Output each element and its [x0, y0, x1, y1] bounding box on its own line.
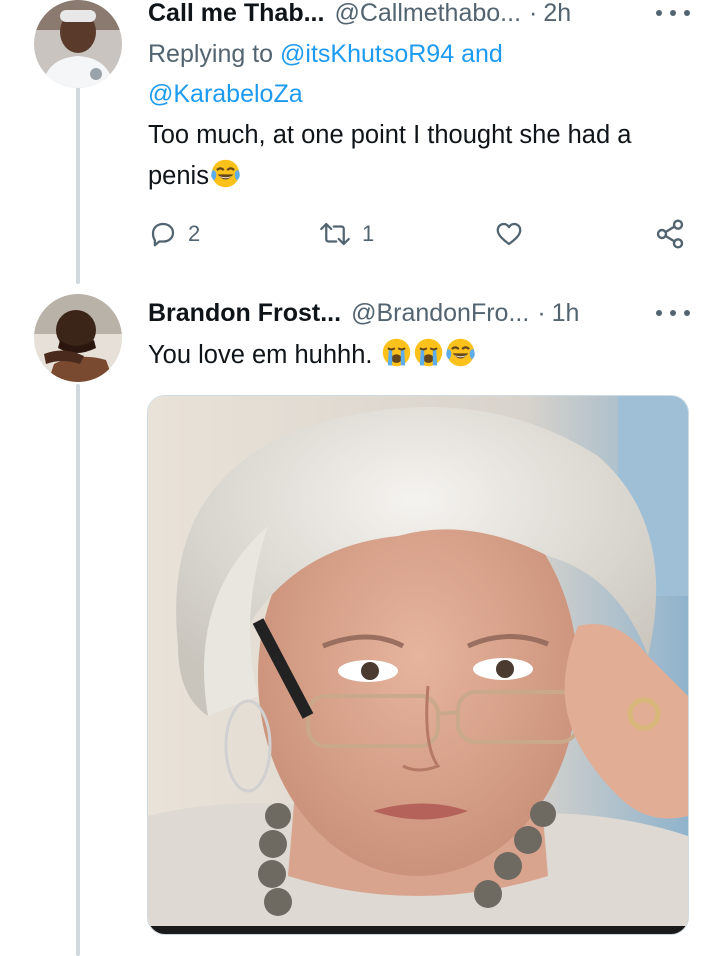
heart-icon: [496, 222, 522, 246]
share-icon: [656, 219, 684, 249]
tweet-text-content: You love em huhhh.: [148, 341, 373, 369]
reply-button[interactable]: 2: [148, 214, 200, 254]
separator-dot: ·: [529, 0, 538, 27]
reply-count: 2: [188, 221, 201, 246]
share-button[interactable]: [654, 214, 686, 254]
media-photo: [148, 396, 688, 934]
more-options-button[interactable]: [656, 303, 690, 323]
more-dot-icon: [684, 310, 690, 316]
timestamp[interactable]: 1h: [552, 299, 580, 328]
display-name[interactable]: Call me Thab...: [148, 0, 324, 28]
tweet-actions: 2 1: [148, 214, 692, 254]
tweet-media-image[interactable]: [147, 395, 689, 935]
more-dot-icon: [670, 10, 676, 16]
thread-line: [76, 86, 80, 284]
avatar[interactable]: [34, 294, 122, 382]
retweet-icon: [320, 222, 350, 246]
more-options-button[interactable]: [656, 3, 690, 23]
tweet-text: Too much, at one point I thought she had…: [148, 115, 696, 197]
retweet-count: 1: [362, 221, 375, 246]
like-button[interactable]: [493, 214, 525, 254]
tweet-header: Brandon Frost... @BrandonFro... · 1h: [148, 296, 704, 330]
more-dot-icon: [670, 310, 676, 316]
face-with-tears-of-joy-icon: [445, 338, 475, 367]
retweet-button[interactable]: 1: [318, 214, 374, 254]
mention-link[interactable]: @itsKhutsoR94: [280, 40, 454, 68]
handle[interactable]: @BrandonFro...: [351, 299, 529, 328]
display-name[interactable]: Brandon Frost...: [148, 299, 341, 328]
mention-link[interactable]: @KarabeloZa: [148, 80, 303, 108]
loudly-crying-face-icon: [382, 338, 410, 367]
tweet-text: You love em huhhh.: [148, 335, 696, 376]
timestamp[interactable]: 2h: [543, 0, 571, 28]
handle[interactable]: @Callmethabo...: [334, 0, 521, 28]
more-dot-icon: [656, 10, 662, 16]
replying-prefix: Replying to: [148, 40, 274, 68]
avatar[interactable]: [34, 0, 122, 88]
separator-dot: ·: [537, 298, 546, 327]
tweet-header: Call me Thab... @Callmethabo... · 2h: [148, 0, 704, 30]
more-dot-icon: [684, 10, 690, 16]
conjunction: and: [461, 40, 503, 68]
face-with-tears-of-joy-icon: [211, 159, 240, 188]
replying-to: Replying to @itsKhutsoR94 and @KarabeloZ…: [148, 34, 700, 114]
more-dot-icon: [656, 310, 662, 316]
reply-icon: [151, 222, 175, 247]
thread-line: [76, 384, 80, 956]
loudly-crying-face-icon: [414, 338, 442, 367]
